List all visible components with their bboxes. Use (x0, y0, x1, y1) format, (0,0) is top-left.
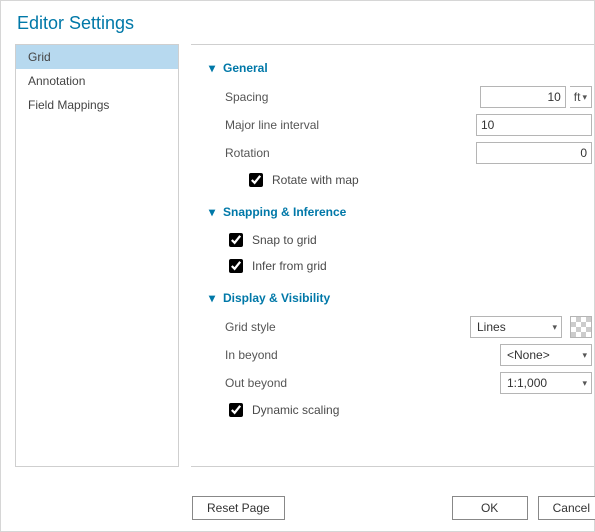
section-title: General (223, 61, 268, 75)
grid-color-swatch[interactable] (570, 316, 592, 338)
rotation-label: Rotation (225, 146, 375, 160)
grid-style-value: Lines (477, 320, 506, 334)
grid-style-dropdown[interactable]: Lines ▾ (470, 316, 562, 338)
caret-down-icon: ▾ (582, 350, 587, 361)
sidebar-item-grid[interactable]: Grid (16, 45, 178, 69)
sidebar-item-field-mappings[interactable]: Field Mappings (16, 93, 178, 117)
grid-style-label: Grid style (225, 320, 375, 334)
out-beyond-dropdown[interactable]: 1:1,000 ▾ (500, 372, 592, 394)
snap-to-grid-label: Snap to grid (252, 233, 317, 247)
in-beyond-label: In beyond (225, 348, 375, 362)
row-major-line: Major line interval (225, 113, 594, 137)
infer-from-grid-checkbox[interactable] (229, 259, 243, 273)
rotation-input[interactable] (476, 142, 592, 164)
row-rotation: Rotation (225, 141, 594, 165)
cancel-button[interactable]: Cancel (538, 496, 595, 520)
settings-sidebar: Grid Annotation Field Mappings (15, 44, 179, 467)
major-line-input[interactable] (476, 114, 592, 136)
caret-down-icon: ▾ (582, 378, 587, 389)
caret-down-icon: ▾ (582, 92, 587, 103)
section-title: Display & Visibility (223, 291, 330, 305)
reset-page-button[interactable]: Reset Page (192, 496, 285, 520)
row-spacing: Spacing ft ▾ (225, 85, 594, 109)
editor-settings-window: Editor Settings Grid Annotation Field Ma… (0, 0, 595, 532)
dynamic-scaling-checkbox[interactable] (229, 403, 243, 417)
ok-button[interactable]: OK (452, 496, 528, 520)
dynamic-scaling-label: Dynamic scaling (252, 403, 339, 417)
row-in-beyond: In beyond <None> ▾ (225, 343, 594, 367)
spacing-input[interactable] (480, 86, 566, 108)
out-beyond-label: Out beyond (225, 376, 375, 390)
section-display-header[interactable]: ▾ Display & Visibility (209, 291, 594, 305)
dialog-footer: Reset Page OK Cancel (0, 496, 595, 520)
rotate-with-map-label: Rotate with map (272, 173, 359, 187)
row-out-beyond: Out beyond 1:1,000 ▾ (225, 371, 594, 395)
section-snapping-header[interactable]: ▾ Snapping & Inference (209, 205, 594, 219)
chevron-down-icon: ▾ (209, 61, 219, 75)
major-line-label: Major line interval (225, 118, 375, 132)
spacing-unit-dropdown[interactable]: ft ▾ (570, 86, 592, 108)
snap-to-grid-checkbox[interactable] (229, 233, 243, 247)
window-body: Grid Annotation Field Mappings ▾ General… (1, 44, 594, 467)
sidebar-item-label: Grid (28, 50, 51, 64)
section-title: Snapping & Inference (223, 205, 346, 219)
row-dynamic-scaling: Dynamic scaling (225, 399, 594, 421)
window-title: Editor Settings (1, 1, 594, 44)
row-grid-style: Grid style Lines ▾ (225, 315, 594, 339)
row-rotate-with-map: Rotate with map (245, 169, 594, 191)
row-infer-from-grid: Infer from grid (225, 255, 594, 277)
spacing-unit-label: ft (574, 90, 581, 104)
infer-from-grid-label: Infer from grid (252, 259, 327, 273)
row-snap-to-grid: Snap to grid (225, 229, 594, 251)
in-beyond-dropdown[interactable]: <None> ▾ (500, 344, 592, 366)
in-beyond-value: <None> (507, 348, 550, 362)
settings-panel: ▾ General Spacing ft ▾ Major line interv… (191, 44, 594, 467)
chevron-down-icon: ▾ (209, 205, 219, 219)
sidebar-item-annotation[interactable]: Annotation (16, 69, 178, 93)
caret-down-icon: ▾ (552, 322, 557, 333)
out-beyond-value: 1:1,000 (507, 376, 547, 390)
sidebar-item-label: Annotation (28, 74, 85, 88)
spacing-label: Spacing (225, 90, 375, 104)
section-general-header[interactable]: ▾ General (209, 61, 594, 75)
sidebar-item-label: Field Mappings (28, 98, 109, 112)
rotate-with-map-checkbox[interactable] (249, 173, 263, 187)
chevron-down-icon: ▾ (209, 291, 219, 305)
